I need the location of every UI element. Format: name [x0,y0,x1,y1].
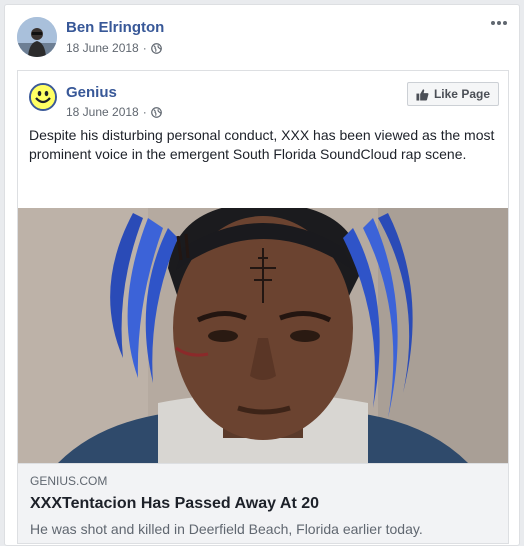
like-page-button[interactable]: Like Page [406,82,499,106]
page-name[interactable]: Genius [66,84,117,101]
post-date[interactable]: 18 June 2018 [66,41,139,55]
meta-separator: · [142,41,147,55]
globe-icon[interactable] [150,106,162,118]
shared-post: Genius 18 June 2018 · Like Page Despite … [17,70,509,544]
article-photo[interactable] [18,208,508,463]
author-name[interactable]: Ben Elrington [66,19,164,36]
genius-face-icon [31,85,55,109]
feed-post: Ben Elrington 18 June 2018 · Genius 18 J… [4,4,520,546]
link-title[interactable]: XXXTentacion Has Passed Away At 20 [30,494,496,514]
author-avatar[interactable] [17,17,57,57]
avatar-photo [17,17,57,57]
link-preview[interactable]: GENIUS.COM XXXTentacion Has Passed Away … [18,463,508,543]
portrait-image [18,208,508,463]
thumbs-up-icon [416,88,429,101]
link-domain: GENIUS.COM [30,474,108,488]
more-options-icon[interactable] [489,15,509,31]
genius-logo[interactable] [29,83,57,111]
meta-separator: · [142,105,147,119]
post-text: Despite his disturbing personal conduct,… [29,127,495,162]
post-meta: 18 June 2018 · [66,41,162,55]
like-page-label: Like Page [433,87,490,101]
globe-icon[interactable] [150,42,162,54]
shared-date[interactable]: 18 June 2018 [66,105,139,119]
link-description: He was shot and killed in Deerfield Beac… [30,521,423,537]
shared-meta: 18 June 2018 · [66,105,162,119]
